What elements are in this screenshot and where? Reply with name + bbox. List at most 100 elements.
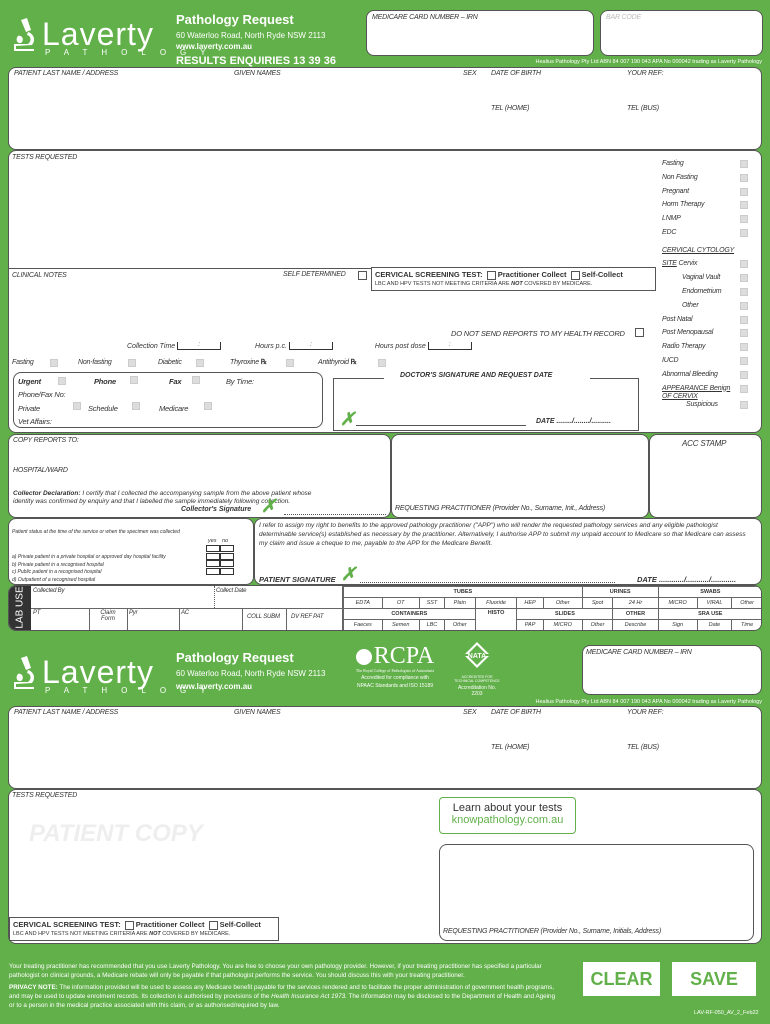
antithyroid-checkbox[interactable] [378,359,386,367]
collector-signature-line[interactable] [284,514,386,515]
requesting-practitioner-label: REQUESTING PRACTITIONER (Provider No., S… [443,928,661,935]
hours-pc-input[interactable]: : [288,342,333,350]
tel-home-label: TEL (HOME) [491,105,530,112]
sidebar-item-checkbox[interactable] [740,356,748,365]
sidebar-item-checkbox[interactable] [740,229,748,237]
sidebar-item-checkbox[interactable] [740,160,748,168]
practitioner-collect-label: Practitioner Collect [497,270,567,279]
coll-subm-label: COLL SUBM [247,614,280,620]
schedule-checkbox[interactable] [132,402,140,410]
clear-button[interactable]: CLEAR [583,962,660,996]
status-no-box[interactable] [220,552,234,560]
antithyroid-text: Antithyroid [318,359,349,366]
sra-item: Date [696,619,733,630]
requesting-practitioner-field[interactable]: REQUESTING PRACTITIONER (Provider No., S… [391,434,649,518]
self-determined-checkbox[interactable] [358,271,367,280]
sidebar-item-checkbox[interactable] [740,329,748,338]
patient-details-section-copy[interactable]: PATIENT LAST NAME / ADDRESS GIVEN NAMES … [8,706,762,789]
tube-item: HEP [516,597,544,609]
sidebar-item-checkbox[interactable] [740,215,748,224]
tel-home-label: TEL (HOME) [491,744,530,751]
histo-header: HISTO [474,608,518,630]
collector-signature-label: Collector's Signature [181,506,252,513]
learn-about-tests-box[interactable]: Learn about your tests knowpathology.com… [439,797,576,834]
fasting-label: Fasting [12,359,34,366]
thyroxine-checkbox[interactable] [286,359,294,367]
phone-checkbox[interactable] [130,376,138,384]
status-yes-box[interactable] [206,545,220,552]
abn-line: Healius Pathology Pty Ltd ABN 84 007 190… [535,59,762,65]
nata-logo: NATA ACCREDITED FOR TECHNICAL COMPETENCE… [452,640,502,697]
containers-header: CONTAINERS [343,608,476,620]
cst-note-post: COVERED BY MEDICARE. [162,931,231,937]
status-yes-box[interactable] [206,560,220,567]
dob-label: DATE OF BIRTH [491,70,541,77]
hours-post-dose-input[interactable]: : [427,342,472,350]
sidebar-item-checkbox[interactable] [740,301,748,310]
urgent-section: Urgent Phone Fax By Time: Phone/Fax No: … [13,372,323,428]
private-checkbox[interactable] [73,402,81,410]
diabetic-checkbox[interactable] [196,359,204,367]
other-header: OTHER [612,608,659,620]
fasting-checkbox[interactable] [50,359,58,367]
sidebar-item-checkbox[interactable] [740,187,748,196]
medicare-checkbox[interactable] [204,402,212,410]
site-label-text: SITE [662,260,677,268]
microscope-icon [14,18,35,51]
acc-stamp-field[interactable]: ACC STAMP [649,434,762,518]
self-collect-checkbox[interactable] [208,920,218,930]
copy-reports-label: COPY REPORTS TO: [13,437,79,444]
urgent-checkbox[interactable] [58,377,66,385]
sidebar-item-checkbox[interactable] [740,384,748,393]
sidebar-item-checkbox[interactable] [740,201,748,210]
collection-time-input[interactable]: : [177,342,222,350]
status-yes-box[interactable] [206,567,220,575]
privacy-act: Health Insurance Act 1973. [271,993,347,1000]
sidebar-item-label: Non Fasting [662,173,698,181]
status-no-box[interactable] [220,567,234,575]
medicare-card-field[interactable]: MEDICARE CARD NUMBER – IRN [366,10,594,56]
requesting-practitioner-field-copy[interactable]: REQUESTING PRACTITIONER (Provider No., S… [439,844,754,941]
sidebar-item-checkbox[interactable] [740,315,748,324]
sidebar-item-checkbox[interactable] [740,400,748,409]
doctor-signature-section[interactable]: DOCTOR'S SIGNATURE AND REQUEST DATE ✗ DA… [333,372,639,431]
practitioner-collect-checkbox[interactable] [486,270,496,280]
sidebar-item-checkbox[interactable] [740,370,748,379]
hours-post-dose-label: Hours post dose [374,343,426,350]
sex-label: SEX [463,709,477,716]
sign-here-x-icon: ✗ [340,409,356,429]
medicare-card-field-copy[interactable]: MEDICARE CARD NUMBER – IRN [582,645,762,695]
site-cervix-checkbox[interactable] [740,260,748,269]
form-title: Pathology Request [176,12,294,27]
status-option: d) Outpatient of a recognised hospital [12,567,252,583]
fax-checkbox[interactable] [192,376,200,384]
copy-reports-section[interactable]: COPY REPORTS TO: HOSPITAL/WARD Collector… [8,434,391,518]
tube-item: Other [542,597,583,609]
status-no-box[interactable] [220,560,234,567]
phone-label: Phone [94,377,116,386]
knowpathology-link[interactable]: knowpathology.com.au [440,814,575,826]
dob-label: DATE OF BIRTH [491,709,541,716]
patient-signature-line[interactable] [360,582,615,583]
sidebar-item-checkbox[interactable] [740,343,748,352]
status-no-box[interactable] [220,545,234,552]
sidebar-item-checkbox[interactable] [740,173,748,182]
urines-header: URINES [581,586,659,598]
doctor-date-field[interactable]: DATE ......../......../.......... [536,418,611,425]
footer-notice: Your treating practitioner has recommend… [9,962,559,1010]
practitioner-collect-checkbox[interactable] [124,920,134,930]
status-yes-box[interactable] [206,552,220,560]
sidebar-item-checkbox[interactable] [740,287,748,296]
lab-use-tab: LAB USE [9,586,31,630]
save-button[interactable]: SAVE [672,962,756,996]
patient-details-section[interactable]: PATIENT LAST NAME / ADDRESS GIVEN NAMES … [8,67,762,150]
non-fasting-checkbox[interactable] [128,359,136,367]
self-collect-checkbox[interactable] [570,270,580,280]
no-health-record-checkbox[interactable] [635,328,644,337]
ac-label: AC [181,610,189,616]
given-names-label: GIVEN NAMES [234,709,281,716]
sidebar-item-checkbox[interactable] [740,274,748,283]
patient-date-field[interactable]: DATE ............/.........../..........… [637,575,736,584]
tests-requested-section-copy[interactable]: TESTS REQUESTED PATIENT COPY Learn about… [8,789,762,944]
form-code: LAV-RF-050_AV_2_Feb22 [694,1010,759,1016]
